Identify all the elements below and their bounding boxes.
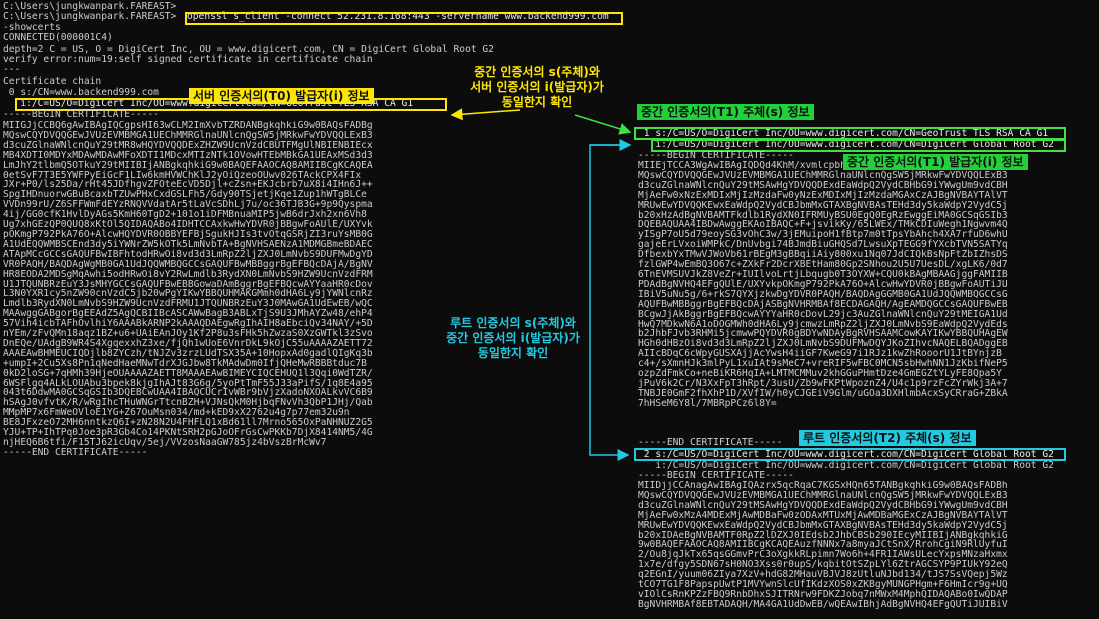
verify-error-line: verify error:num=19:self signed certific…	[3, 54, 373, 65]
root-cert-body: MIIDjjCCAnagAwIBAgIQAzrx5qcRqaC7KGSxHQn6…	[638, 481, 1008, 610]
server-cert-begin: -----BEGIN CERTIFICATE-----	[3, 109, 159, 120]
bracket-intermediate-root	[589, 144, 630, 461]
root-cert-begin: -----BEGIN CERTIFICATE-----	[638, 470, 794, 481]
command-highlight-box	[185, 12, 623, 25]
server-issuer-label: 서버 인증서의(T0) 발급자(i) 정보	[189, 88, 374, 104]
note-check-intermediate-root: 루트 인증서의 s(주체)와 중간 인증서의 i(발급자)가 동일한지 확인	[446, 316, 580, 360]
intermediate-cert-end: -----END CERTIFICATE-----	[638, 437, 783, 448]
intermediate-cert-body: MIIEjTCCA3WgAwIBAgIQDQd4KhM/xvmlcpbhMf/R…	[638, 161, 1008, 409]
intermediate-issuer-label: 중간 인증서의(T1) 발급자(i) 정보	[843, 154, 1028, 170]
intermediate-subject-label: 중간 인증서의(T1) 주체(s) 정보	[637, 104, 814, 120]
arrow-to-intermediate-subject	[574, 114, 632, 135]
arrow-to-server-issuer	[450, 108, 521, 121]
terminal-prompt: C:\Users\jungkwanpark.FAREAST>	[3, 11, 177, 22]
server-cert-body: MIIGJjCCBQ6gAwIBAgIQCgpsHI63wCLM2ImXvbTZ…	[3, 121, 373, 458]
root-subject-label: 루트 인증서의(T2) 주체(s) 정보	[799, 430, 976, 446]
certificate-chain-heading: Certificate chain	[3, 76, 102, 87]
separator-line: ---	[3, 64, 21, 75]
intermediate-cert-begin: -----BEGIN CERTIFICATE-----	[638, 150, 794, 161]
connected-line: CONNECTED(000001C4)	[3, 32, 113, 43]
note-check-server-intermediate: 중간 인증서의 s(주체)와 서버 인증서의 i(발급자)가 동일한지 확인	[470, 65, 604, 109]
server-cert-subject: 0 s:/CN=www.backend999.com	[3, 87, 159, 98]
